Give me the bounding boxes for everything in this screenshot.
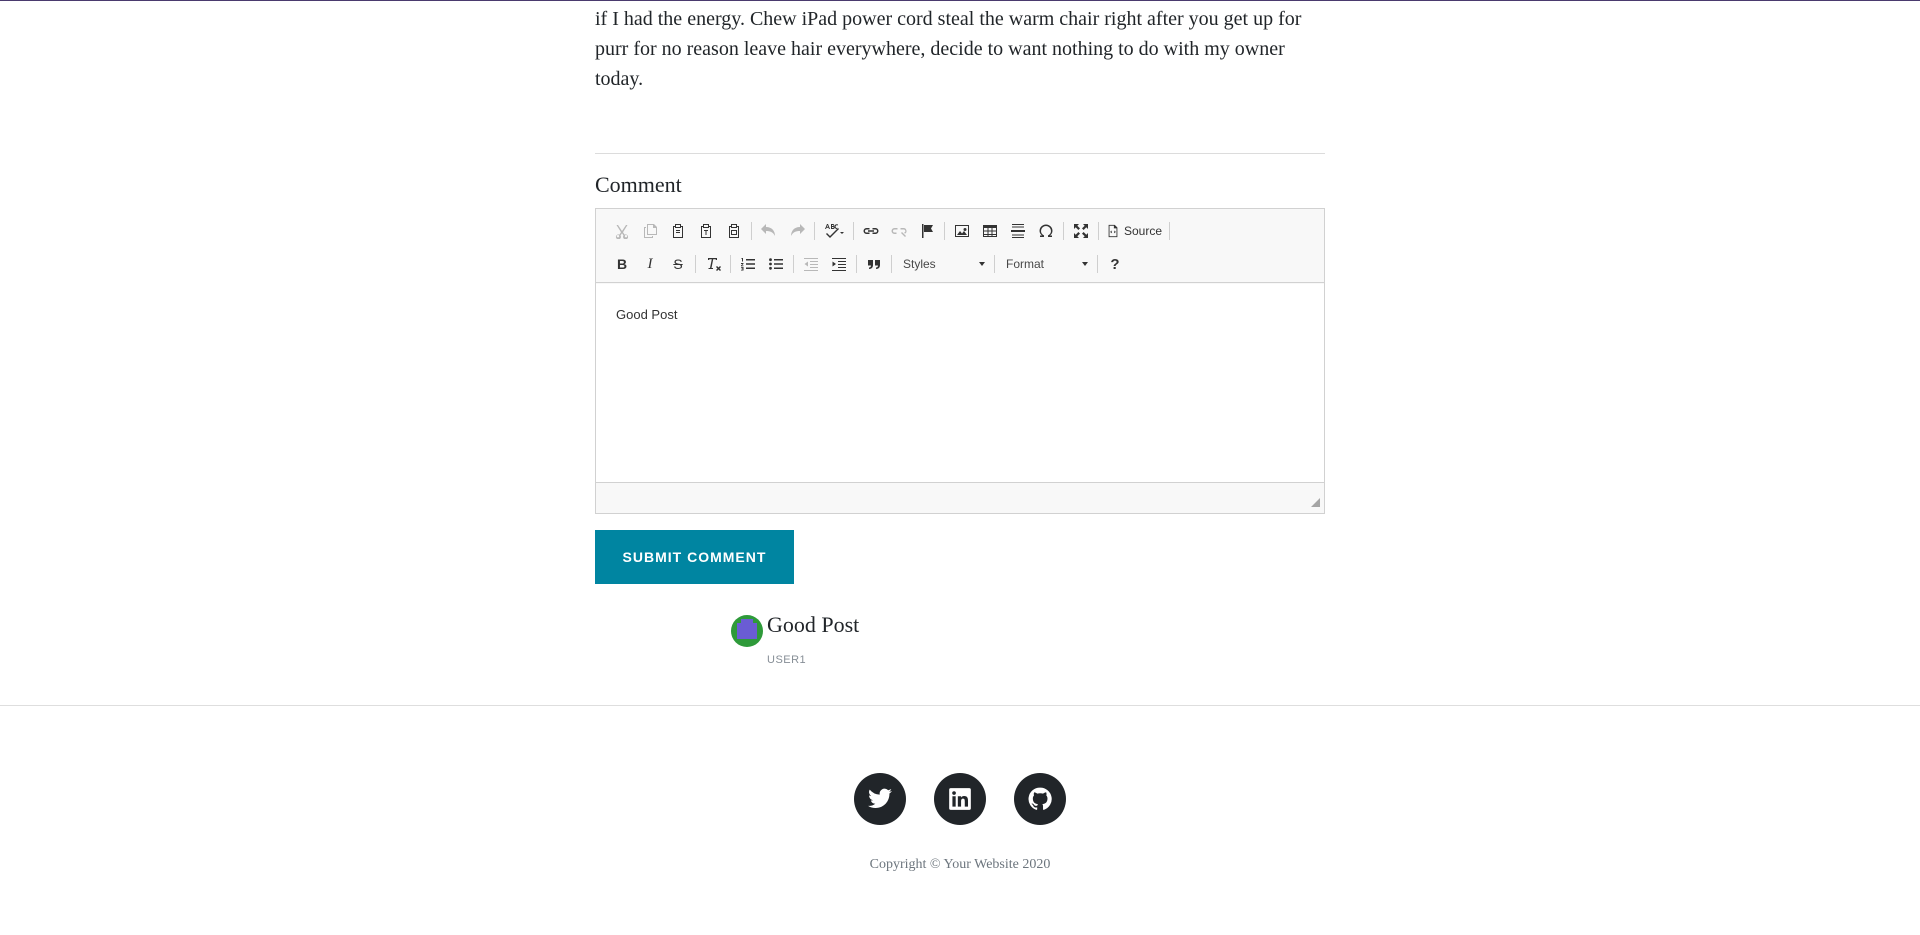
styles-label: Styles	[903, 257, 936, 271]
toolbar-row-1: Source	[608, 217, 1173, 245]
outdent-icon[interactable]	[797, 251, 825, 277]
horizontal-line-icon[interactable]	[1004, 218, 1032, 244]
chevron-down-icon	[1082, 262, 1088, 266]
source-label: Source	[1124, 224, 1163, 238]
unlink-icon[interactable]	[885, 218, 913, 244]
link-icon[interactable]	[857, 218, 885, 244]
redo-icon[interactable]	[783, 218, 811, 244]
submit-comment-button[interactable]: SUBMIT COMMENT	[595, 530, 794, 584]
toolbar-separator	[695, 255, 696, 273]
blockquote-icon[interactable]	[860, 251, 888, 277]
toolbar-separator	[1169, 222, 1171, 240]
undo-icon[interactable]	[755, 218, 783, 244]
image-icon[interactable]	[948, 218, 976, 244]
rich-text-editor: Source B I S Styles Format ? Good Post	[595, 208, 1325, 514]
toolbar-separator	[751, 222, 752, 240]
resize-handle-icon[interactable]	[1311, 498, 1320, 507]
bold-icon[interactable]: B	[608, 251, 636, 277]
styles-dropdown[interactable]: Styles	[895, 251, 991, 277]
copy-icon[interactable]	[636, 218, 664, 244]
toolbar-separator	[853, 222, 854, 240]
toolbar-separator	[1098, 222, 1099, 240]
help-icon[interactable]: ?	[1101, 251, 1129, 277]
divider	[595, 153, 1325, 154]
editor-content-area[interactable]: Good Post	[596, 284, 1324, 483]
toolbar-separator	[1097, 255, 1098, 273]
twitter-icon	[868, 788, 892, 808]
main-content: if I had the energy. Chew iPad power cor…	[595, 0, 1325, 666]
cut-icon[interactable]	[608, 218, 636, 244]
comment-heading: Comment	[595, 172, 682, 197]
table-icon[interactable]	[976, 218, 1004, 244]
github-link[interactable]	[1014, 773, 1066, 825]
copyright-text: Copyright © Your Website 2020	[869, 857, 1051, 872]
toolbar-separator	[944, 222, 945, 240]
strike-icon[interactable]: S	[664, 251, 692, 277]
paste-icon[interactable]	[664, 218, 692, 244]
linkedin-icon	[949, 788, 971, 810]
maximize-icon[interactable]	[1067, 218, 1095, 244]
linkedin-link[interactable]	[934, 773, 986, 825]
paste-text-icon[interactable]	[692, 218, 720, 244]
paste-word-icon[interactable]	[720, 218, 748, 244]
comment-username: USER1	[767, 654, 807, 666]
toolbar-separator	[814, 222, 815, 240]
toolbar-row-2: B I S Styles Format ?	[608, 250, 1129, 278]
comment-text: Good Post	[767, 612, 860, 637]
avatar	[731, 615, 763, 647]
toolbar-separator	[856, 255, 857, 273]
social-links	[854, 773, 1066, 825]
footer-divider	[0, 705, 1920, 706]
toolbar-separator	[1063, 222, 1064, 240]
indent-icon[interactable]	[825, 251, 853, 277]
toolbar-separator	[730, 255, 731, 273]
editor-toolbar: Source B I S Styles Format ?	[596, 209, 1324, 283]
source-button[interactable]: Source	[1102, 218, 1166, 244]
github-icon	[1028, 787, 1052, 810]
editor-text: Good Post	[616, 307, 678, 322]
source-icon	[1108, 224, 1118, 238]
format-label: Format	[1006, 257, 1045, 271]
post-text: if I had the energy. Chew iPad power cor…	[595, 8, 1302, 90]
format-dropdown[interactable]: Format	[998, 251, 1094, 277]
remove-format-icon[interactable]	[699, 251, 727, 277]
chevron-down-icon	[979, 262, 985, 266]
toolbar-separator	[994, 255, 995, 273]
twitter-link[interactable]	[854, 773, 906, 825]
special-char-icon[interactable]	[1032, 218, 1060, 244]
spellcheck-icon[interactable]	[818, 218, 850, 244]
toolbar-separator	[891, 255, 892, 273]
toolbar-separator	[793, 255, 794, 273]
anchor-icon[interactable]	[913, 218, 941, 244]
italic-icon[interactable]: I	[636, 251, 664, 277]
editor-status-bar	[596, 484, 1324, 513]
numbered-list-icon[interactable]	[734, 251, 762, 277]
bulleted-list-icon[interactable]	[762, 251, 790, 277]
